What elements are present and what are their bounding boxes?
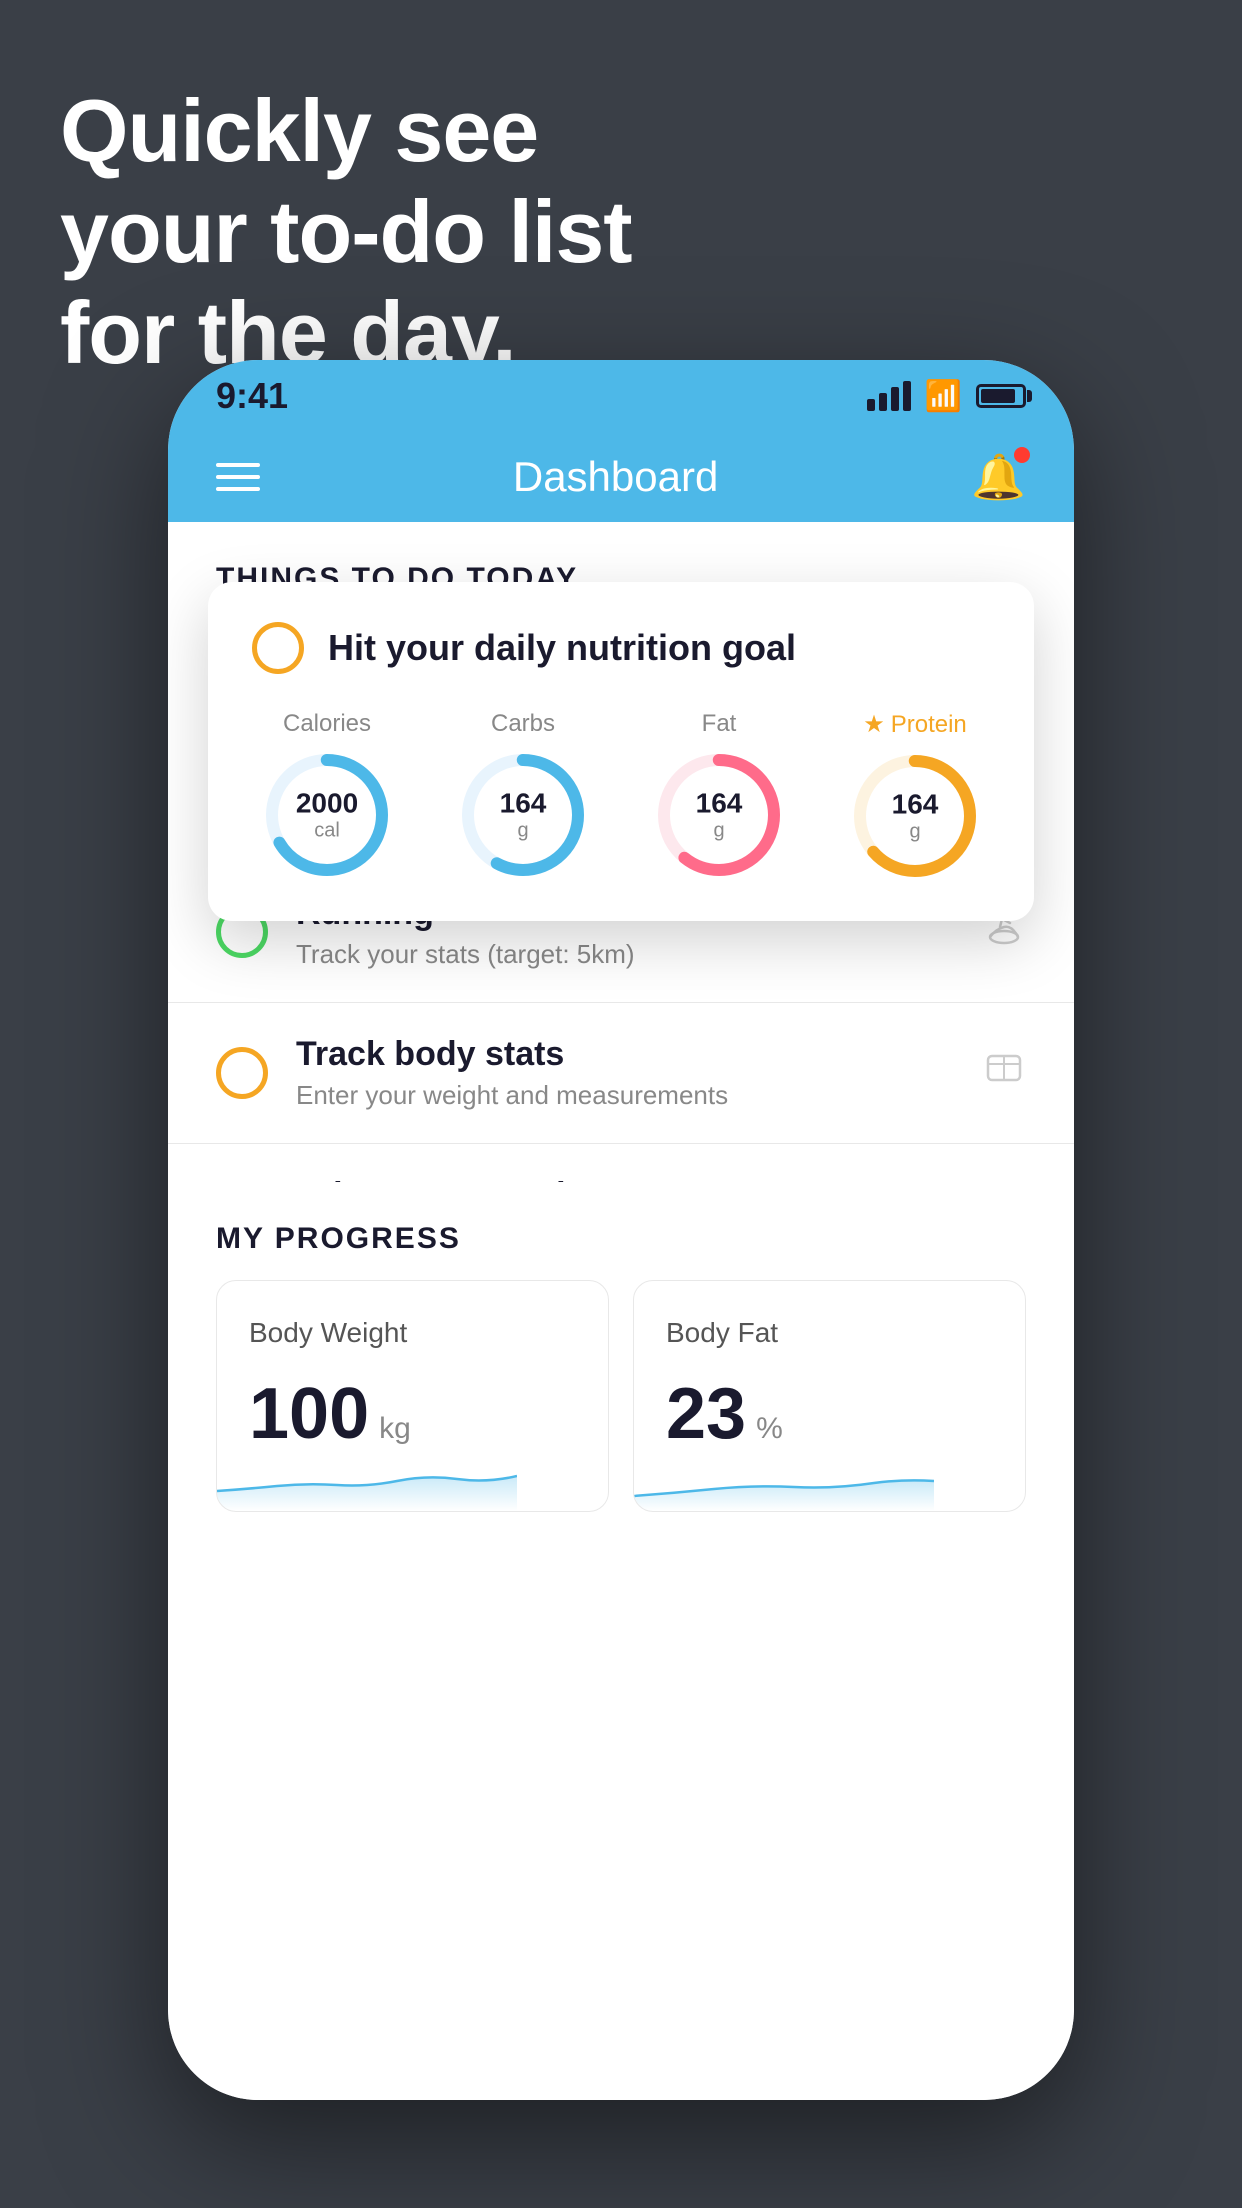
carbs-label: Carbs bbox=[491, 710, 555, 738]
body-fat-unit: % bbox=[756, 1412, 783, 1446]
calories-value: 2000 cal bbox=[296, 788, 358, 843]
body-stats-icon bbox=[982, 1046, 1026, 1101]
running-subtitle: Track your stats (target: 5km) bbox=[296, 939, 954, 970]
body-weight-value: 100 bbox=[249, 1373, 369, 1455]
body-weight-value-row: 100 kg bbox=[249, 1373, 576, 1455]
body-weight-sparkline bbox=[217, 1451, 517, 1511]
progress-header: MY PROGRESS bbox=[168, 1182, 1074, 1280]
protein-ring: 164 g bbox=[850, 751, 980, 881]
body-weight-title: Body Weight bbox=[249, 1317, 576, 1349]
carbs-ring: 164 g bbox=[458, 750, 588, 880]
todo-item-body-stats[interactable]: Track body stats Enter your weight and m… bbox=[168, 1003, 1074, 1144]
body-stats-check-circle[interactable] bbox=[216, 1047, 268, 1099]
body-stats-subtitle: Enter your weight and measurements bbox=[296, 1080, 954, 1111]
notification-bell-icon[interactable]: 🔔 bbox=[971, 451, 1026, 503]
progress-section: MY PROGRESS Body Weight 100 kg bbox=[168, 1182, 1074, 1552]
notification-dot bbox=[1014, 447, 1030, 463]
body-stats-title: Track body stats bbox=[296, 1035, 954, 1074]
status-bar: 9:41 📶 bbox=[168, 360, 1074, 432]
star-icon: ★ bbox=[863, 710, 885, 739]
carbs-value: 164 g bbox=[500, 788, 547, 843]
calories-item: Calories 2000 cal bbox=[262, 710, 392, 880]
signal-icon bbox=[867, 381, 911, 411]
body-weight-card: Body Weight 100 kg bbox=[216, 1280, 609, 1512]
protein-label: ★ Protein bbox=[863, 710, 967, 739]
card-title-row: Hit your daily nutrition goal bbox=[252, 622, 990, 674]
hamburger-menu[interactable] bbox=[216, 463, 260, 491]
protein-item: ★ Protein 164 g bbox=[850, 710, 980, 881]
calories-ring: 2000 cal bbox=[262, 750, 392, 880]
status-icons: 📶 bbox=[867, 379, 1026, 414]
phone-frame: 9:41 📶 Dashboard 🔔 TH bbox=[168, 360, 1074, 2100]
fat-ring: 164 g bbox=[654, 750, 784, 880]
nav-bar: Dashboard 🔔 bbox=[168, 432, 1074, 522]
nutrition-check-circle[interactable] bbox=[252, 622, 304, 674]
battery-icon bbox=[976, 384, 1026, 408]
fat-item: Fat 164 g bbox=[654, 710, 784, 880]
calories-label: Calories bbox=[283, 710, 371, 738]
body-fat-title: Body Fat bbox=[666, 1317, 993, 1349]
body-stats-text: Track body stats Enter your weight and m… bbox=[296, 1035, 954, 1111]
nutrition-card-title: Hit your daily nutrition goal bbox=[328, 627, 796, 669]
protein-value: 164 g bbox=[892, 789, 939, 844]
nutrition-card: Hit your daily nutrition goal Calories 2… bbox=[208, 582, 1034, 921]
nutrition-circles: Calories 2000 cal Carbs bbox=[252, 710, 990, 881]
carbs-item: Carbs 164 g bbox=[458, 710, 588, 880]
headline: Quickly see your to-do list for the day. bbox=[60, 80, 632, 384]
fat-label: Fat bbox=[702, 710, 737, 738]
body-weight-unit: kg bbox=[379, 1412, 411, 1446]
body-fat-value: 23 bbox=[666, 1373, 746, 1455]
status-time: 9:41 bbox=[216, 375, 288, 417]
fat-value: 164 g bbox=[696, 788, 743, 843]
body-fat-card: Body Fat 23 % bbox=[633, 1280, 1026, 1512]
body-fat-sparkline bbox=[634, 1451, 934, 1511]
body-fat-value-row: 23 % bbox=[666, 1373, 993, 1455]
nav-title: Dashboard bbox=[513, 453, 718, 501]
content-area: THINGS TO DO TODAY Hit your daily nutrit… bbox=[168, 522, 1074, 2100]
wifi-icon: 📶 bbox=[925, 379, 962, 414]
progress-cards: Body Weight 100 kg bbox=[168, 1280, 1074, 1552]
